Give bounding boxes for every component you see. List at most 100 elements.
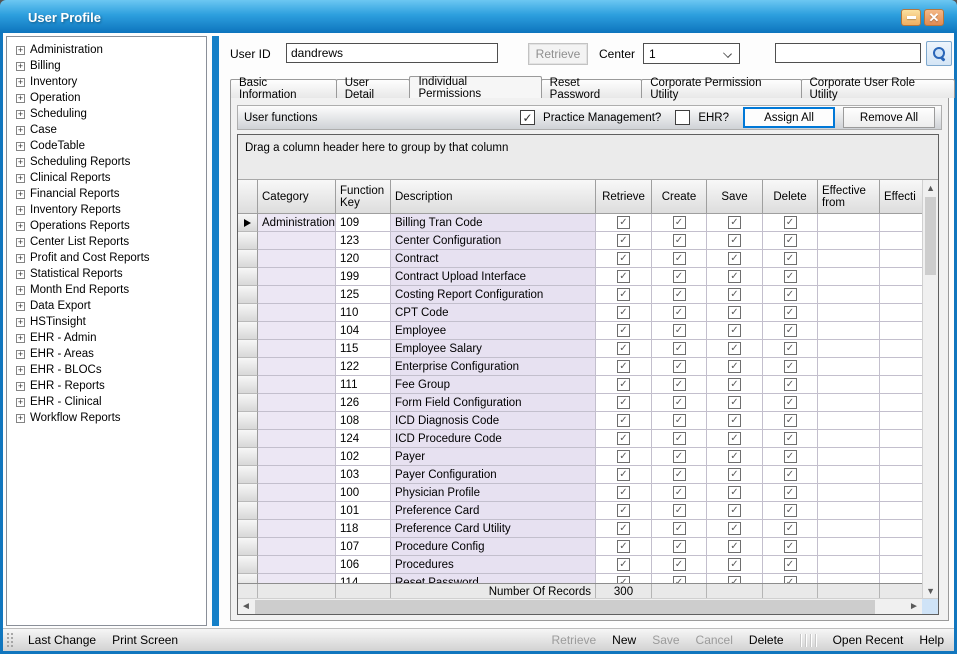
retrieve-checkbox[interactable]: ✓ (617, 342, 630, 355)
scroll-left-icon[interactable]: ◄ (238, 599, 254, 615)
delete-checkbox[interactable]: ✓ (784, 378, 797, 391)
create-checkbox[interactable]: ✓ (673, 450, 686, 463)
row-gutter[interactable] (238, 556, 258, 574)
sidebar-item-inventory-reports[interactable]: +Inventory Reports (7, 202, 206, 218)
save-checkbox[interactable]: ✓ (728, 576, 741, 583)
column-header-effecti[interactable]: Effecti (880, 180, 922, 214)
sidebar-item-operation[interactable]: +Operation (7, 90, 206, 106)
statusbar-last-change[interactable]: Last Change (28, 633, 96, 647)
delete-checkbox[interactable]: ✓ (784, 288, 797, 301)
tab-corporate-user-role-utility[interactable]: Corporate User Role Utility (801, 79, 956, 98)
row-gutter[interactable] (238, 430, 258, 448)
sidebar-item-scheduling[interactable]: +Scheduling (7, 106, 206, 122)
expand-plus-icon[interactable]: + (16, 94, 25, 103)
expand-plus-icon[interactable]: + (16, 414, 25, 423)
create-checkbox[interactable]: ✓ (673, 216, 686, 229)
scroll-up-icon[interactable]: ▲ (923, 180, 938, 196)
retrieve-checkbox[interactable]: ✓ (617, 396, 630, 409)
expand-plus-icon[interactable]: + (16, 382, 25, 391)
delete-checkbox[interactable]: ✓ (784, 504, 797, 517)
delete-checkbox[interactable]: ✓ (784, 414, 797, 427)
delete-checkbox[interactable]: ✓ (784, 252, 797, 265)
create-checkbox[interactable]: ✓ (673, 270, 686, 283)
retrieve-button[interactable]: Retrieve (528, 43, 588, 65)
tab-individual-permissions[interactable]: Individual Permissions (409, 76, 541, 98)
save-checkbox[interactable]: ✓ (728, 468, 741, 481)
create-checkbox[interactable]: ✓ (673, 432, 686, 445)
vertical-scroll-thumb[interactable] (925, 197, 936, 275)
sidebar-item-clinical-reports[interactable]: +Clinical Reports (7, 170, 206, 186)
delete-checkbox[interactable]: ✓ (784, 216, 797, 229)
delete-checkbox[interactable]: ✓ (784, 324, 797, 337)
retrieve-checkbox[interactable]: ✓ (617, 432, 630, 445)
retrieve-checkbox[interactable]: ✓ (617, 216, 630, 229)
statusbar-open-recent[interactable]: Open Recent (833, 633, 904, 647)
sidebar-item-center-list-reports[interactable]: +Center List Reports (7, 234, 206, 250)
save-checkbox[interactable]: ✓ (728, 288, 741, 301)
row-gutter[interactable] (238, 232, 258, 250)
horizontal-scrollbar[interactable]: ◄ ► (238, 598, 938, 614)
user-id-input[interactable] (286, 43, 498, 63)
retrieve-checkbox[interactable]: ✓ (617, 234, 630, 247)
sidebar-item-ehr-clinical[interactable]: +EHR - Clinical (7, 394, 206, 410)
create-checkbox[interactable]: ✓ (673, 378, 686, 391)
scroll-down-icon[interactable]: ▼ (923, 583, 938, 599)
save-checkbox[interactable]: ✓ (728, 558, 741, 571)
save-checkbox[interactable]: ✓ (728, 378, 741, 391)
column-header-retrieve[interactable]: Retrieve (596, 180, 652, 214)
retrieve-checkbox[interactable]: ✓ (617, 324, 630, 337)
create-checkbox[interactable]: ✓ (673, 522, 686, 535)
delete-checkbox[interactable]: ✓ (784, 450, 797, 463)
sidebar-item-ehr-admin[interactable]: +EHR - Admin (7, 330, 206, 346)
expand-plus-icon[interactable]: + (16, 286, 25, 295)
save-checkbox[interactable]: ✓ (728, 270, 741, 283)
expand-plus-icon[interactable]: + (16, 190, 25, 199)
sidebar-item-operations-reports[interactable]: +Operations Reports (7, 218, 206, 234)
create-checkbox[interactable]: ✓ (673, 504, 686, 517)
expand-plus-icon[interactable]: + (16, 254, 25, 263)
retrieve-checkbox[interactable]: ✓ (617, 486, 630, 499)
sidebar-item-ehr-blocs[interactable]: +EHR - BLOCs (7, 362, 206, 378)
sidebar-item-workflow-reports[interactable]: +Workflow Reports (7, 410, 206, 426)
horizontal-scroll-thumb[interactable] (255, 600, 875, 614)
delete-checkbox[interactable]: ✓ (784, 522, 797, 535)
expand-plus-icon[interactable]: + (16, 126, 25, 135)
expand-plus-icon[interactable]: + (16, 366, 25, 375)
column-header-save[interactable]: Save (707, 180, 763, 214)
assign-all-button[interactable]: Assign All (743, 107, 835, 128)
create-checkbox[interactable]: ✓ (673, 234, 686, 247)
create-checkbox[interactable]: ✓ (673, 468, 686, 481)
save-checkbox[interactable]: ✓ (728, 342, 741, 355)
create-checkbox[interactable]: ✓ (673, 252, 686, 265)
create-checkbox[interactable]: ✓ (673, 324, 686, 337)
retrieve-checkbox[interactable]: ✓ (617, 468, 630, 481)
expand-plus-icon[interactable]: + (16, 398, 25, 407)
practice-management-checkbox[interactable]: ✓ (520, 110, 535, 125)
sidebar-item-codetable[interactable]: +CodeTable (7, 138, 206, 154)
sidebar-item-month-end-reports[interactable]: +Month End Reports (7, 282, 206, 298)
row-gutter[interactable] (238, 574, 258, 583)
save-checkbox[interactable]: ✓ (728, 504, 741, 517)
row-gutter[interactable] (238, 412, 258, 430)
column-header-effective-from[interactable]: Effective from (818, 180, 880, 214)
expand-plus-icon[interactable]: + (16, 206, 25, 215)
expand-plus-icon[interactable]: + (16, 78, 25, 87)
delete-checkbox[interactable]: ✓ (784, 540, 797, 553)
retrieve-checkbox[interactable]: ✓ (617, 306, 630, 319)
row-gutter[interactable] (238, 322, 258, 340)
search-button[interactable] (926, 41, 952, 66)
column-header-function-key[interactable]: Function Key (336, 180, 391, 214)
row-gutter[interactable] (238, 304, 258, 322)
retrieve-checkbox[interactable]: ✓ (617, 450, 630, 463)
retrieve-checkbox[interactable]: ✓ (617, 522, 630, 535)
retrieve-checkbox[interactable]: ✓ (617, 504, 630, 517)
create-checkbox[interactable]: ✓ (673, 360, 686, 373)
save-checkbox[interactable]: ✓ (728, 360, 741, 373)
retrieve-checkbox[interactable]: ✓ (617, 288, 630, 301)
row-gutter[interactable] (238, 340, 258, 358)
column-header-gutter[interactable] (238, 180, 258, 214)
row-gutter[interactable] (238, 538, 258, 556)
create-checkbox[interactable]: ✓ (673, 342, 686, 355)
statusbar-print-screen[interactable]: Print Screen (112, 633, 178, 647)
statusbar-help[interactable]: Help (919, 633, 944, 647)
